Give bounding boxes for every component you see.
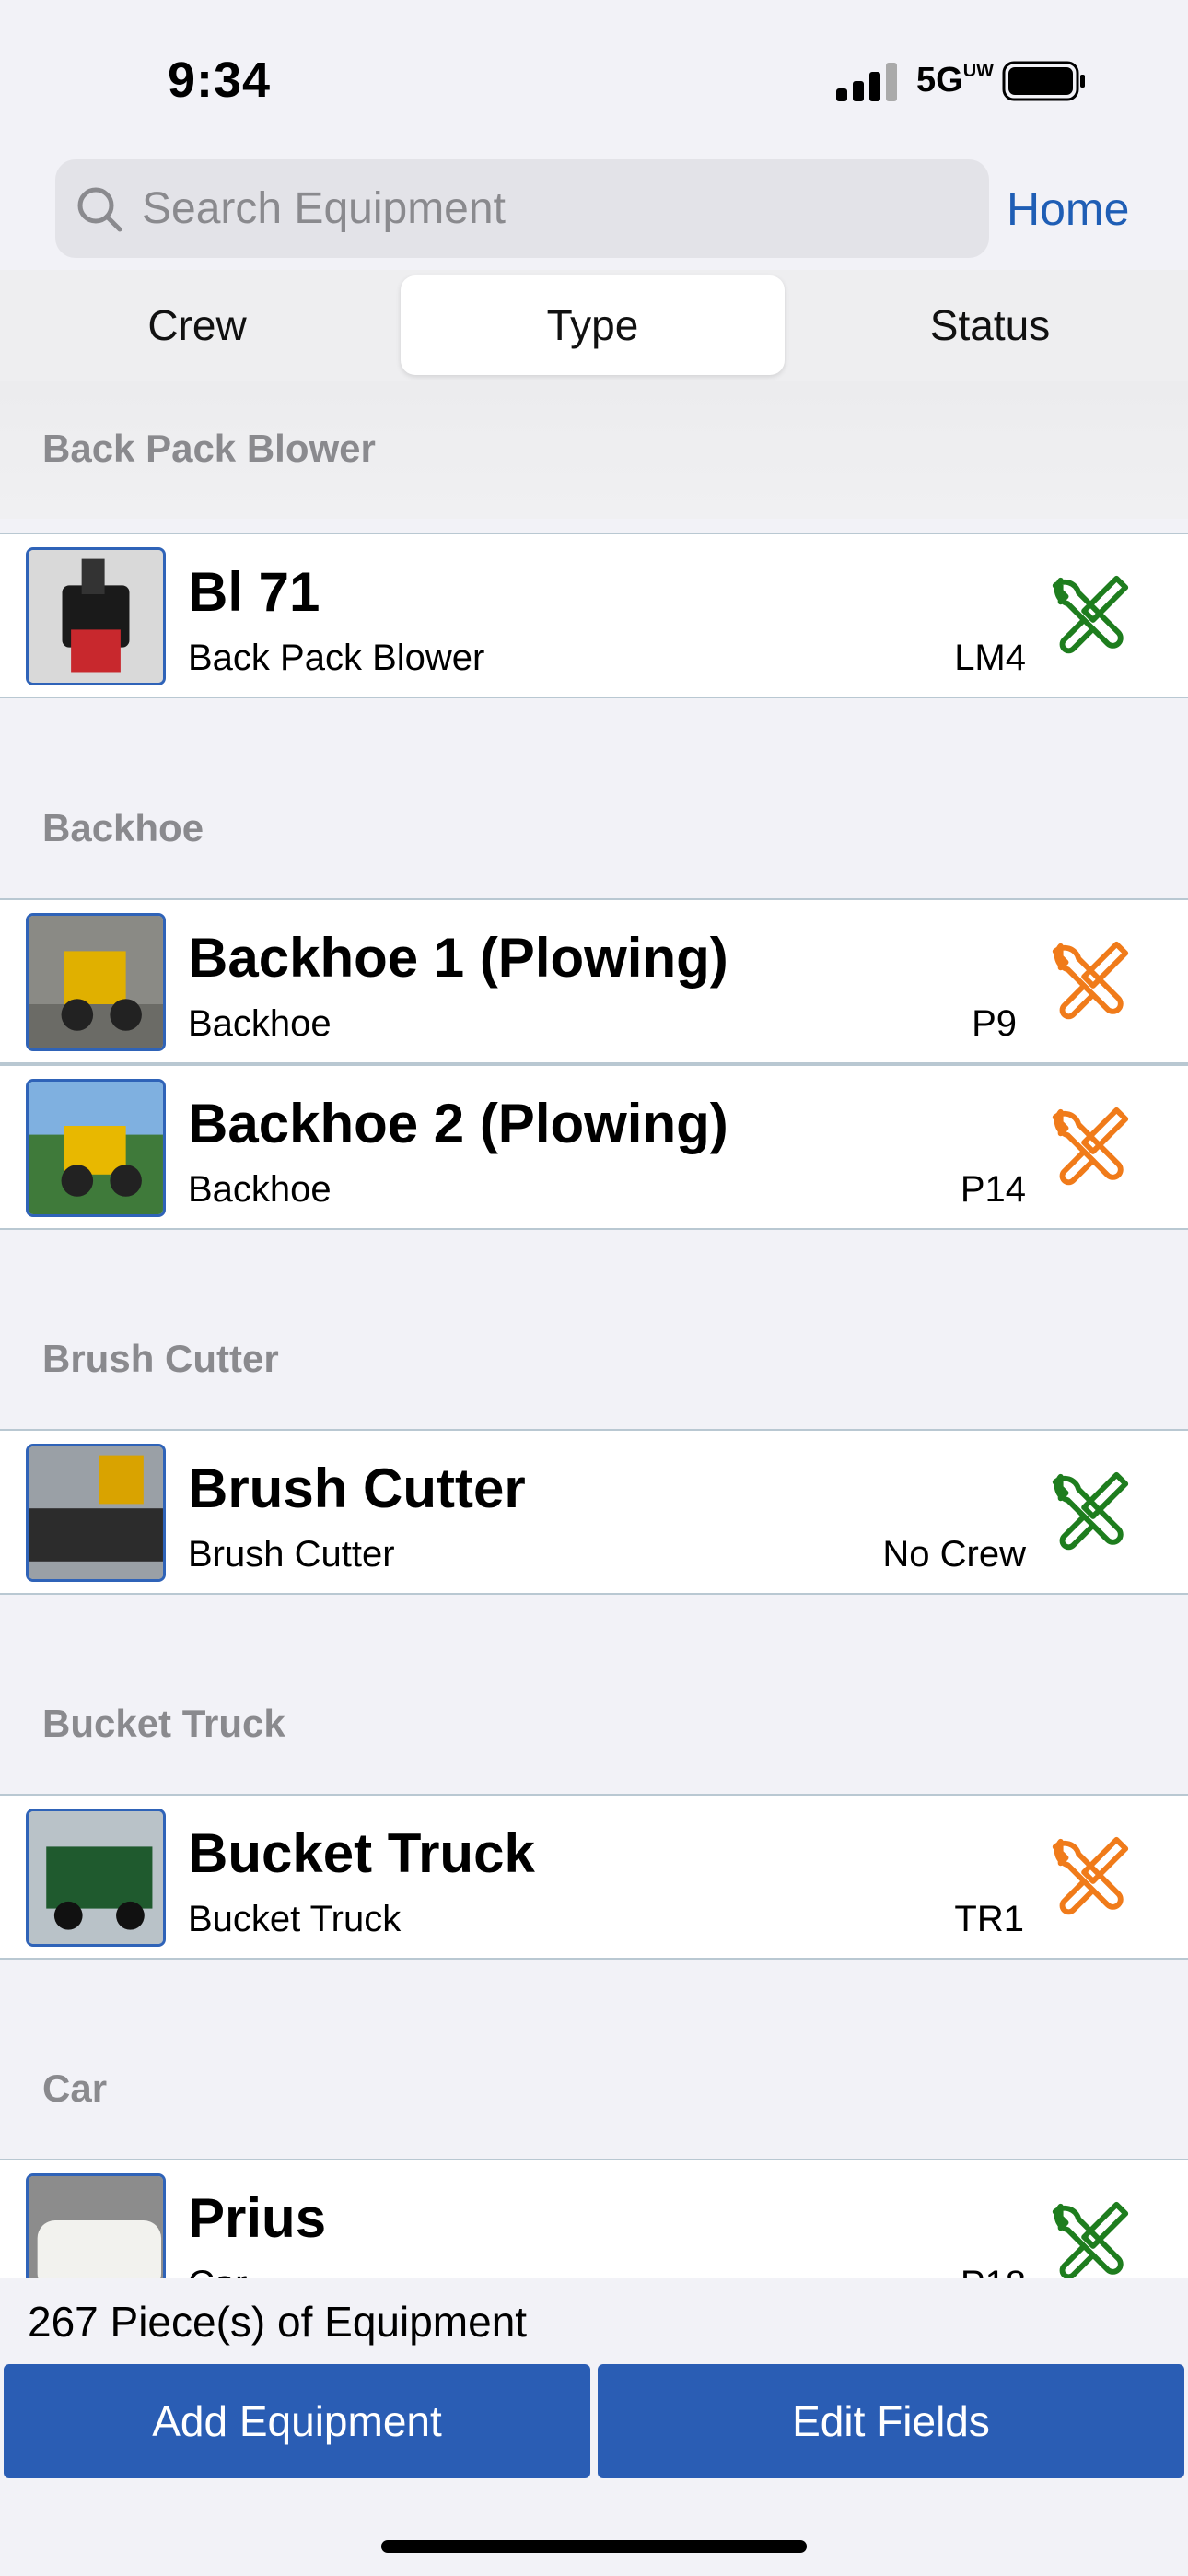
list-item[interactable]: Backhoe 2 (Plowing) Backhoe P14 bbox=[0, 1064, 1188, 1230]
equipment-crew: P9 bbox=[972, 1003, 1017, 1044]
maintenance-tools-icon[interactable] bbox=[1044, 1466, 1135, 1556]
battery-icon bbox=[1002, 61, 1085, 101]
search-icon bbox=[77, 187, 122, 232]
equipment-name: Bl 71 bbox=[188, 561, 320, 623]
equipment-name: Backhoe 2 (Plowing) bbox=[188, 1093, 728, 1154]
list-item[interactable]: Brush Cutter Brush Cutter No Crew bbox=[0, 1429, 1188, 1595]
equipment-photo bbox=[26, 2173, 166, 2278]
equipment-type: Back Pack Blower bbox=[188, 638, 485, 678]
maintenance-tools-icon[interactable] bbox=[1044, 569, 1135, 660]
maintenance-tools-icon[interactable] bbox=[1044, 2195, 1135, 2278]
equipment-screen: 9:34 5GUW Home Crew Type Status Back Pac… bbox=[0, 0, 1188, 2576]
equipment-photo bbox=[26, 913, 166, 1051]
equipment-type: Brush Cutter bbox=[188, 1534, 395, 1575]
equipment-crew: LM4 bbox=[954, 638, 1026, 678]
section-header-back-pack-blower: Back Pack Blower bbox=[0, 381, 1188, 519]
equipment-photo bbox=[26, 1079, 166, 1217]
section-title: Car bbox=[42, 2067, 108, 2110]
equipment-type: Backhoe bbox=[188, 1169, 332, 1210]
tab-type[interactable]: Type bbox=[401, 275, 785, 375]
status-bar: 9:34 5GUW bbox=[0, 0, 1188, 157]
equipment-type: Backhoe bbox=[188, 1003, 332, 1044]
section-title: Brush Cutter bbox=[42, 1337, 279, 1380]
equipment-photo bbox=[26, 1809, 166, 1947]
equipment-name: Bucket Truck bbox=[188, 1822, 535, 1884]
equipment-photo bbox=[26, 547, 166, 685]
signal-icon bbox=[836, 61, 899, 101]
equipment-crew: P18 bbox=[961, 2264, 1026, 2278]
list-item[interactable]: Backhoe 1 (Plowing) Backhoe P9 bbox=[0, 898, 1188, 1064]
list-item[interactable]: Bucket Truck Bucket Truck TR1 bbox=[0, 1794, 1188, 1960]
network-type: 5GUW bbox=[916, 61, 995, 100]
equipment-type: Car bbox=[188, 2264, 247, 2278]
search-input[interactable] bbox=[142, 159, 971, 258]
add-equipment-button[interactable]: Add Equipment bbox=[4, 2364, 590, 2478]
section-title: Bucket Truck bbox=[42, 1702, 285, 1745]
equipment-count: 267 Piece(s) of Equipment bbox=[28, 2298, 528, 2346]
equipment-name: Prius bbox=[188, 2187, 327, 2249]
home-indicator[interactable] bbox=[381, 2540, 807, 2553]
maintenance-tools-icon[interactable] bbox=[1044, 1831, 1135, 1921]
equipment-type: Bucket Truck bbox=[188, 1899, 402, 1939]
section-title: Backhoe bbox=[42, 806, 204, 849]
equipment-crew: P14 bbox=[960, 1169, 1026, 1210]
equipment-crew: TR1 bbox=[954, 1899, 1024, 1939]
equipment-photo bbox=[26, 1444, 166, 1582]
tab-status[interactable]: Status bbox=[792, 275, 1188, 375]
status-time: 9:34 bbox=[168, 53, 272, 108]
search-bar[interactable] bbox=[55, 159, 989, 258]
equipment-crew: No Crew bbox=[882, 1534, 1026, 1575]
footer: 267 Piece(s) of Equipment Add Equipment … bbox=[0, 2278, 1188, 2576]
equipment-list[interactable]: Back Pack Blower Bl 71 Back Pack Blower … bbox=[0, 381, 1188, 2278]
list-item[interactable]: Prius Car P18 bbox=[0, 2159, 1188, 2278]
home-link[interactable]: Home bbox=[1007, 182, 1129, 236]
equipment-name: Backhoe 1 (Plowing) bbox=[188, 927, 728, 989]
maintenance-tools-icon[interactable] bbox=[1044, 935, 1135, 1025]
equipment-name: Brush Cutter bbox=[188, 1458, 526, 1519]
edit-fields-button[interactable]: Edit Fields bbox=[598, 2364, 1184, 2478]
section-title: Back Pack Blower bbox=[42, 427, 376, 470]
maintenance-tools-icon[interactable] bbox=[1044, 1101, 1135, 1191]
group-by-segmented-control: Crew Type Status bbox=[0, 270, 1188, 381]
tab-crew[interactable]: Crew bbox=[0, 275, 394, 375]
list-item[interactable]: Bl 71 Back Pack Blower LM4 bbox=[0, 533, 1188, 698]
